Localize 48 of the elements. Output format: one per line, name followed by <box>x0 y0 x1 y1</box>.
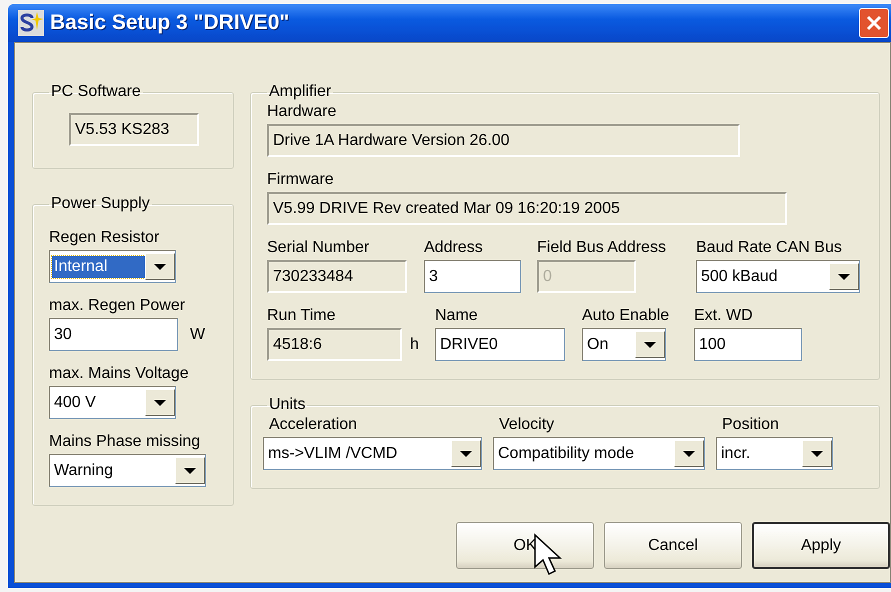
field-label: Auto Enable <box>582 307 670 325</box>
close-button[interactable] <box>859 8 889 38</box>
input-field[interactable]: 100 <box>694 328 802 361</box>
field-label: Regen Resistor <box>49 229 160 247</box>
field-label: max. Mains Voltage <box>49 365 190 383</box>
close-icon <box>865 14 883 32</box>
readonly-field: 4518:6 <box>267 328 402 361</box>
dropdown[interactable]: Warning <box>49 454 206 487</box>
field-label: Velocity <box>498 416 556 434</box>
readonly-field: V5.99 DRIVE Rev created Mar 09 16:20:19 2005 <box>267 192 787 225</box>
field-label: Baud Rate CAN Bus <box>696 239 843 257</box>
version-field: V5.53 KS283 <box>69 113 199 146</box>
input-field[interactable]: 30 <box>49 318 178 351</box>
group-title: Units <box>268 396 306 414</box>
unit-label: h <box>410 336 419 354</box>
dialog-button[interactable]: OK <box>456 522 594 569</box>
field-label: Position <box>721 416 780 434</box>
field-label: Ext. WD <box>694 307 754 325</box>
window-title: Basic Setup 3 "DRIVE0" <box>50 11 290 35</box>
group-title: Power Supply <box>50 195 151 213</box>
input-field: 0 <box>537 260 636 293</box>
dropdown[interactable]: 400 V <box>49 386 176 419</box>
field-label: Acceleration <box>268 416 358 434</box>
readonly-field: Drive 1A Hardware Version 26.00 <box>267 124 740 157</box>
dropdown[interactable]: incr. <box>716 437 833 470</box>
readonly-field: 730233484 <box>267 260 407 293</box>
app-logo-icon <box>18 10 44 36</box>
field-label: Run Time <box>267 307 336 325</box>
group-title: Amplifier <box>268 83 332 101</box>
field-label: Serial Number <box>267 239 370 257</box>
field-label: max. Regen Power <box>49 297 186 315</box>
dropdown[interactable]: Internal <box>49 250 176 283</box>
field-label: Address <box>424 239 484 257</box>
dropdown[interactable]: Compatibility mode <box>493 437 705 470</box>
input-field[interactable]: DRIVE0 <box>435 328 565 361</box>
dropdown[interactable]: On <box>582 328 666 361</box>
field-label: Mains Phase missing <box>49 433 202 451</box>
group-title: PC Software <box>50 83 142 101</box>
dropdown[interactable]: ms->VLIM /VCMD <box>263 437 482 470</box>
field-label: Name <box>435 307 479 325</box>
dropdown[interactable]: 500 kBaud <box>696 260 860 293</box>
dialog-button[interactable]: Apply <box>752 522 890 569</box>
field-label: Firmware <box>267 171 335 189</box>
dialog-button[interactable]: Cancel <box>604 522 742 569</box>
field-label: Field Bus Address <box>537 239 667 257</box>
unit-label: W <box>190 326 206 344</box>
field-label: Hardware <box>267 103 338 121</box>
input-field[interactable]: 3 <box>424 260 521 293</box>
